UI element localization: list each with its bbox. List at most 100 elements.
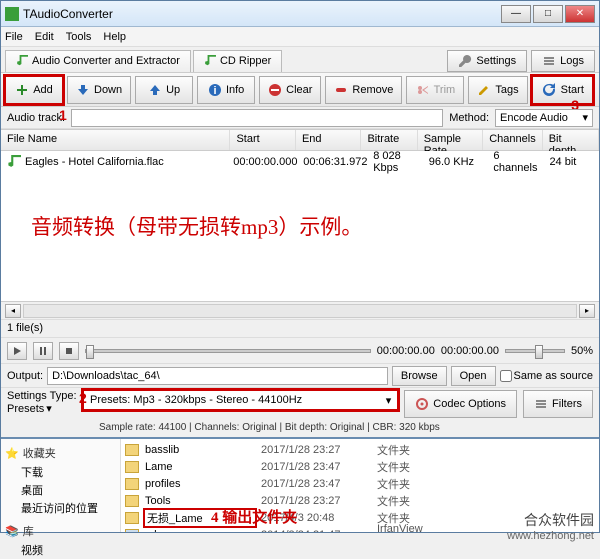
output-path-field[interactable]: D:\Downloads\tac_64\	[47, 367, 388, 385]
menu-file[interactable]: File	[5, 31, 23, 43]
folder-row[interactable]: basslib2017/1/28 23:27文件夹	[121, 441, 599, 458]
info-button[interactable]: i Info	[197, 76, 255, 104]
sidebar-recent[interactable]: 最近访问的位置	[5, 499, 116, 517]
note-icon	[204, 55, 216, 67]
audio-file-icon	[7, 155, 21, 169]
method-select[interactable]: Encode Audio ▾	[495, 109, 593, 127]
menu-edit[interactable]: Edit	[35, 31, 54, 43]
preset-select[interactable]: Presets: Mp3 - 320kbps - Stereo - 44100H…	[83, 390, 398, 410]
pause-icon	[38, 346, 48, 356]
logs-button[interactable]: Logs	[531, 50, 595, 72]
clear-button[interactable]: Clear	[259, 76, 321, 104]
annotation-4: 4 输出文件夹	[211, 506, 297, 527]
folder-icon	[125, 461, 139, 473]
filters-button[interactable]: Filters	[523, 390, 593, 418]
output-label: Output:	[7, 370, 43, 382]
tab-cd-ripper[interactable]: CD Ripper	[193, 50, 282, 72]
folder-icon	[125, 444, 139, 456]
time-total: 00:00:00.00	[441, 345, 499, 357]
menu-bar: File Edit Tools Help	[1, 27, 599, 47]
folder-row[interactable]: profiles2017/1/28 23:47文件夹	[121, 475, 599, 492]
col-start[interactable]: Start	[230, 130, 296, 150]
file-table: Eagles - Hotel California.flac 00:00:00.…	[1, 151, 599, 301]
volume-percent: 50%	[571, 345, 593, 357]
annotation-overlay-text: 音频转换（母带无损转mp3）示例。	[31, 211, 362, 241]
wrench-icon	[458, 54, 472, 68]
play-icon	[12, 346, 22, 356]
minus-icon	[334, 83, 348, 97]
presets-dropdown[interactable]: Presets ▾	[7, 402, 77, 415]
tab-bar: Audio Converter and Extractor CD Ripper …	[1, 47, 599, 73]
plus-icon	[15, 83, 29, 97]
play-button[interactable]	[7, 342, 27, 360]
col-end[interactable]: End	[296, 130, 362, 150]
sidebar-downloads[interactable]: 下载	[5, 463, 116, 481]
folder-icon	[125, 512, 139, 524]
audio-track-row: Audio track: 1 Method: Encode Audio ▾	[1, 107, 599, 129]
col-filename[interactable]: File Name	[1, 130, 230, 150]
menu-help[interactable]: Help	[103, 31, 126, 43]
scissors-icon	[416, 83, 430, 97]
slider-thumb[interactable]	[535, 345, 543, 359]
note-icon	[16, 55, 28, 67]
gear-icon	[415, 397, 429, 411]
col-samplerate[interactable]: Sample Rate	[418, 130, 484, 150]
minimize-button[interactable]: —	[501, 5, 531, 23]
col-bitdepth[interactable]: Bit depth	[543, 130, 599, 150]
audio-track-label: Audio track:	[7, 112, 65, 124]
menu-tools[interactable]: Tools	[66, 31, 92, 43]
scroll-right-button[interactable]: ▸	[579, 304, 595, 318]
remove-button[interactable]: Remove	[325, 76, 402, 104]
tab-label: Audio Converter and Extractor	[32, 55, 180, 67]
volume-slider[interactable]	[505, 349, 565, 353]
app-icon	[5, 7, 19, 21]
codec-options-button[interactable]: Codec Options	[404, 390, 517, 418]
horizontal-scrollbar[interactable]: ◂ ▸	[1, 301, 599, 319]
browse-button[interactable]: Browse	[392, 366, 447, 386]
folder-row[interactable]: Tools2017/1/28 23:27文件夹	[121, 492, 599, 509]
chevron-down-icon: ▾	[582, 111, 588, 124]
pause-button[interactable]	[33, 342, 53, 360]
explorer-sidebar: ⭐ 收藏夹 下载 桌面 最近访问的位置 📚 库 视频	[1, 439, 121, 532]
col-bitrate[interactable]: Bitrate	[361, 130, 417, 150]
toolbar: Add Down Up i Info Clear Remove Trim Tag	[1, 73, 599, 107]
down-button[interactable]: Down	[67, 76, 131, 104]
sidebar-video[interactable]: 视频	[5, 541, 116, 559]
annotation-1: 1	[59, 107, 67, 123]
stop-button[interactable]	[59, 342, 79, 360]
chevron-down-icon: ▾	[46, 402, 52, 415]
table-header: File Name Start End Bitrate Sample Rate …	[1, 129, 599, 151]
arrow-up-icon	[148, 83, 162, 97]
annotation-2: 2	[79, 390, 87, 406]
audio-track-combo[interactable]	[71, 109, 443, 127]
col-channels[interactable]: Channels	[483, 130, 542, 150]
settings-row: Settings Type: Presets ▾ 2 Presets: Mp3 …	[1, 387, 599, 420]
close-button[interactable]: ✕	[565, 5, 595, 23]
add-button[interactable]: Add	[5, 76, 63, 104]
folder-row[interactable]: Lame2017/1/28 23:47文件夹	[121, 458, 599, 475]
sidebar-library[interactable]: 📚 库	[5, 523, 116, 539]
table-row[interactable]: Eagles - Hotel California.flac 00:00:00.…	[1, 151, 599, 173]
seek-slider[interactable]	[85, 349, 371, 353]
open-button[interactable]: Open	[451, 366, 496, 386]
up-button[interactable]: Up	[135, 76, 193, 104]
pencil-icon	[477, 83, 491, 97]
same-as-source-checkbox[interactable]: Same as source	[500, 370, 593, 382]
tags-button[interactable]: Tags	[468, 76, 527, 104]
tab-converter[interactable]: Audio Converter and Extractor	[5, 50, 191, 72]
file-count-label: 1 file(s)	[1, 319, 599, 337]
image-file-icon	[125, 529, 139, 533]
settings-button[interactable]: Settings	[447, 50, 527, 72]
scroll-track[interactable]	[23, 304, 577, 318]
player-controls: 00:00:00.00 00:00:00.00 50%	[1, 337, 599, 363]
window-title: TAudioConverter	[23, 7, 501, 21]
trim-button[interactable]: Trim	[406, 76, 464, 104]
sidebar-favorites[interactable]: ⭐ 收藏夹	[5, 445, 116, 461]
scroll-left-button[interactable]: ◂	[5, 304, 21, 318]
maximize-button[interactable]: □	[533, 5, 563, 23]
sidebar-desktop[interactable]: 桌面	[5, 481, 116, 499]
slider-thumb[interactable]	[86, 345, 94, 359]
stop-icon	[64, 346, 74, 356]
start-button[interactable]: Start	[532, 76, 593, 104]
refresh-icon	[541, 82, 557, 98]
